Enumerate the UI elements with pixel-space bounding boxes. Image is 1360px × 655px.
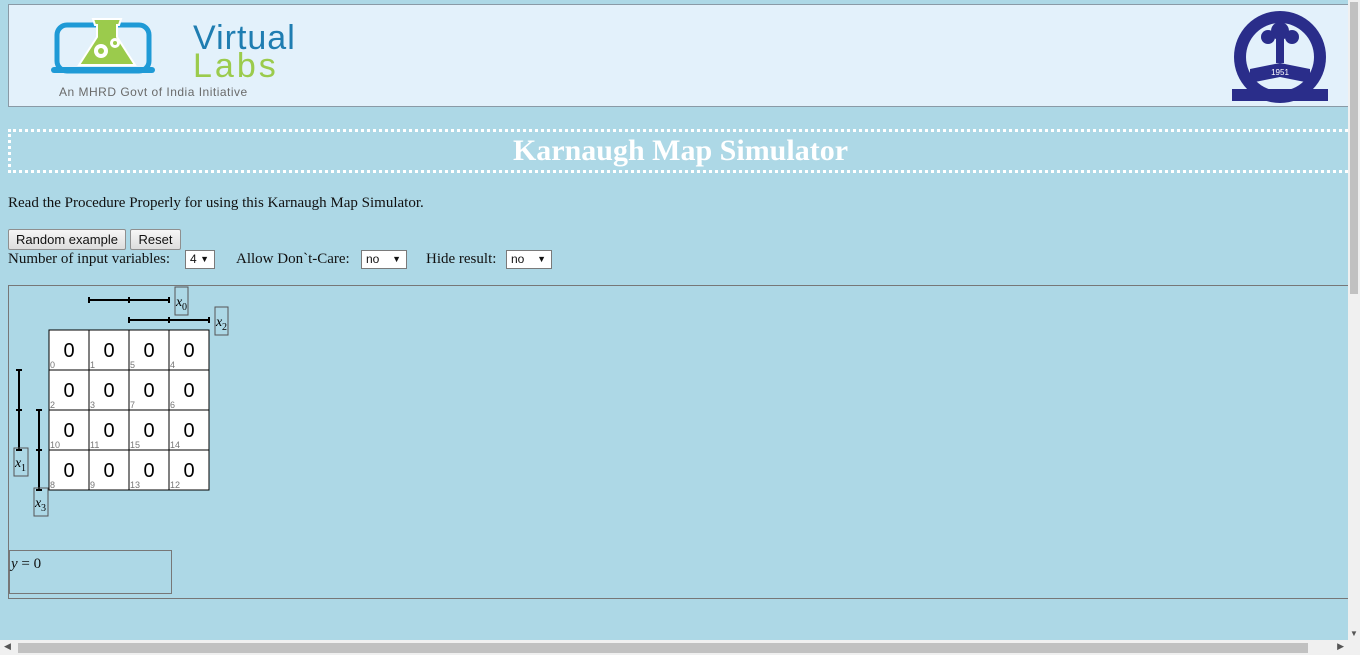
kmap-cell-index: 7 [130, 400, 135, 410]
kmap-cell-value[interactable]: 0 [103, 420, 114, 442]
kmap-cell[interactable]: 012 [168, 449, 210, 491]
kmap-cell-value[interactable]: 0 [183, 340, 194, 362]
kmap-cell-index: 11 [90, 440, 99, 450]
kmap-cell[interactable]: 01 [88, 329, 130, 371]
num-vars-select[interactable]: 4 ▼ [185, 250, 215, 269]
iit-year: 1951 [1271, 68, 1289, 77]
kmap-cell-value[interactable]: 0 [63, 380, 74, 402]
kmap-cell-index: 9 [90, 480, 95, 490]
vertical-scrollbar[interactable]: ▼ [1348, 0, 1360, 640]
kmap-cell-value[interactable]: 0 [183, 420, 194, 442]
kmap-cell[interactable]: 015 [128, 409, 170, 451]
x2-sub: 2 [222, 322, 227, 333]
kmap-cell-index: 1 [90, 360, 95, 370]
kmap-cell-value[interactable]: 0 [143, 380, 154, 402]
dont-care-label: Allow Don`t-Care: [236, 251, 350, 267]
label-x1: x 1 [13, 447, 29, 477]
kmap-cell-value[interactable]: 0 [143, 340, 154, 362]
kmap-panel: x 0 x 2 x 1 x 3 0 0 0 1 0 5 0 4 0 2 0 3 0 7 0 6 0 10 0 11 0 1… [8, 285, 1353, 599]
label-x2: x 2 [214, 306, 229, 336]
kmap-cell-index: 6 [170, 400, 175, 410]
instructions-text: Read the Procedure Properly for using th… [8, 195, 424, 211]
random-example-button[interactable]: Random example [8, 229, 126, 250]
result-expression: = 0 [17, 556, 42, 572]
kmap-cell-value[interactable]: 0 [103, 340, 114, 362]
kmap-cell[interactable]: 09 [88, 449, 130, 491]
kmap-cell[interactable]: 06 [168, 369, 210, 411]
result-box: y = 0 [9, 550, 172, 594]
hide-result-select[interactable]: no ▼ [506, 250, 552, 269]
kmap-cell[interactable]: 04 [168, 329, 210, 371]
kmap-cell-value[interactable]: 0 [183, 380, 194, 402]
scroll-down-arrow-icon[interactable]: ▼ [1350, 629, 1358, 638]
kmap-diagram: x 0 x 2 x 1 x 3 000105040203070601001101… [13, 286, 229, 517]
hide-result-label: Hide result: [426, 251, 497, 267]
result-variable: y [11, 556, 18, 572]
dont-care-value: no [366, 252, 380, 266]
scroll-right-arrow-icon[interactable]: ▶ [1337, 641, 1344, 652]
kmap-cell-index: 13 [130, 480, 140, 490]
x3-sub: 3 [41, 503, 46, 514]
kmap-cell-index: 4 [170, 360, 175, 370]
reset-button[interactable]: Reset [130, 229, 181, 250]
kmap-cell-value[interactable]: 0 [63, 460, 74, 482]
chevron-down-icon: ▼ [392, 254, 401, 264]
horizontal-scroll-thumb[interactable] [18, 643, 1308, 653]
flask-gears-icon [51, 18, 155, 74]
kmap-cell-index: 2 [50, 400, 55, 410]
horizontal-scrollbar[interactable]: ◀ ▶ [0, 640, 1360, 655]
kmap-cell-index: 10 [50, 440, 60, 450]
dont-care-select[interactable]: no ▼ [361, 250, 407, 269]
site-header: Virtual Labs An MHRD Govt of India Initi… [8, 4, 1353, 107]
logo-labs-text: Labs [193, 47, 279, 85]
kmap-cell-index: 12 [170, 480, 180, 490]
kmap-cell[interactable]: 02 [48, 369, 90, 411]
kmap-cell-value[interactable]: 0 [103, 460, 114, 482]
kmap-cell-value[interactable]: 0 [143, 460, 154, 482]
iit-kharagpur-logo[interactable]: 1951 [1212, 7, 1348, 105]
kmap-cell[interactable]: 07 [128, 369, 170, 411]
iit-emblem-icon: 1951 [1232, 11, 1328, 103]
num-vars-label: Number of input variables: [8, 251, 171, 267]
chevron-down-icon: ▼ [200, 254, 209, 264]
kmap-cell-index: 3 [90, 400, 95, 410]
kmap-cell[interactable]: 010 [48, 409, 90, 451]
page-title: Karnaugh Map Simulator [8, 129, 1353, 173]
scroll-left-arrow-icon[interactable]: ◀ [4, 641, 11, 652]
kmap-cell-index: 8 [50, 480, 55, 490]
chevron-down-icon: ▼ [537, 254, 546, 264]
kmap-cell[interactable]: 03 [88, 369, 130, 411]
logo-tagline: An MHRD Govt of India Initiative [59, 85, 248, 99]
vertical-scroll-thumb[interactable] [1350, 2, 1358, 294]
kmap-cell-index: 0 [50, 360, 55, 370]
kmap-cell-value[interactable]: 0 [63, 340, 74, 362]
kmap-cell[interactable]: 013 [128, 449, 170, 491]
virtual-labs-logo[interactable]: Virtual Labs An MHRD Govt of India Initi… [51, 13, 351, 103]
label-x0: x 0 [174, 286, 189, 316]
kmap-cell[interactable]: 08 [48, 449, 90, 491]
kmap-cell-value[interactable]: 0 [143, 420, 154, 442]
kmap-cell[interactable]: 00 [48, 329, 90, 371]
kmap-cell[interactable]: 05 [128, 329, 170, 371]
kmap-cell-value[interactable]: 0 [183, 460, 194, 482]
kmap-cell[interactable]: 0 11 [88, 409, 130, 451]
label-x3: x 3 [33, 487, 49, 517]
kmap-grid: 00010504020307060100110150140809013012 [48, 329, 210, 491]
kmap-cell-index: 14 [170, 440, 180, 450]
hide-result-value: no [511, 252, 525, 266]
kmap-cell-value[interactable]: 0 [63, 420, 74, 442]
num-vars-value: 4 [190, 252, 197, 266]
kmap-cell-index: 5 [130, 360, 135, 370]
kmap-cell-value[interactable]: 0 [103, 380, 114, 402]
x0-sub: 0 [182, 302, 187, 313]
x1-sub: 1 [21, 463, 26, 474]
kmap-cell-index: 15 [130, 440, 140, 450]
kmap-cell[interactable]: 014 [168, 409, 210, 451]
